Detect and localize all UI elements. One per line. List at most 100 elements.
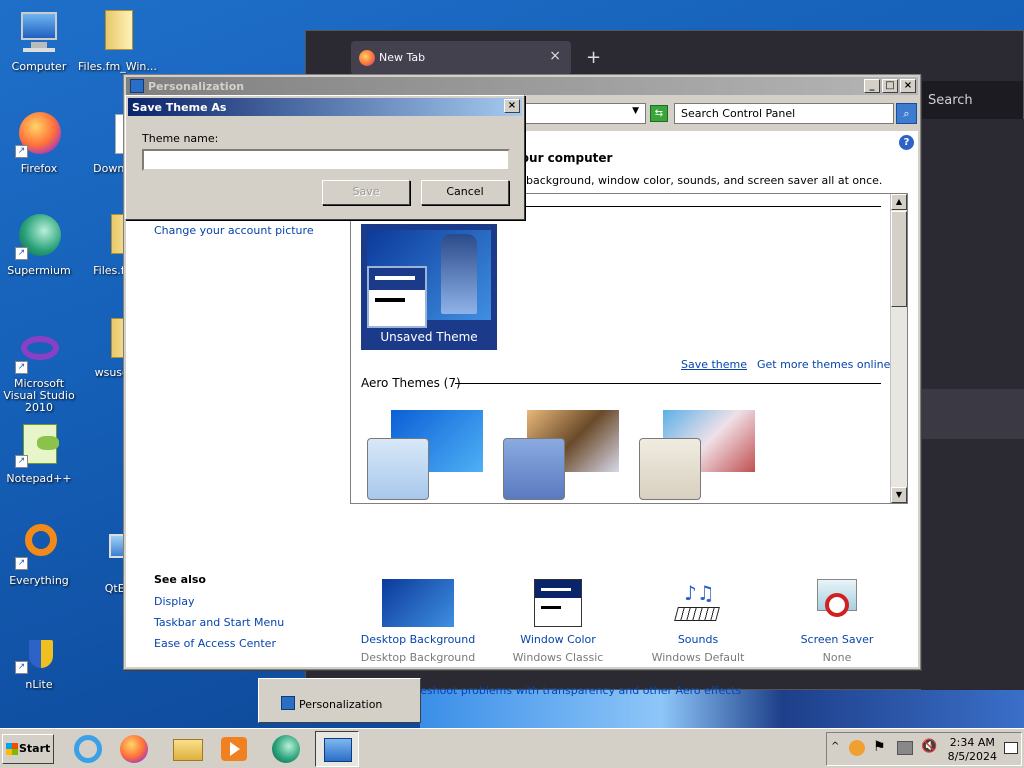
taskbar-preview-popup[interactable]: Personalization bbox=[258, 678, 421, 723]
taskbar-control-panel[interactable] bbox=[315, 731, 359, 767]
save-theme-dialog: Save Theme As × Theme name: Save Cancel bbox=[125, 95, 525, 220]
desktop-icon-label: Notepad++ bbox=[6, 472, 72, 485]
screen-saver-icon bbox=[801, 579, 873, 627]
taskbar-media-player[interactable] bbox=[216, 731, 252, 767]
taskbar: Start ^ ⚑ 🔇 2:34 AM 8/5/2024 bbox=[0, 728, 1024, 768]
theme-gallery: Unsaved Theme Save theme Get more themes… bbox=[350, 193, 908, 504]
browser-tab-new-tab[interactable]: New Tab × bbox=[351, 41, 571, 75]
dialog-close-button[interactable]: × bbox=[504, 99, 520, 113]
theme-name: Unsaved Theme bbox=[380, 330, 478, 344]
shortcut-arrow-icon: ↗ bbox=[15, 361, 28, 374]
nlite-icon: ↗ bbox=[15, 626, 63, 674]
desktop-icon-visual-studio[interactable]: ↗ Microsoft Visual Studio 2010 bbox=[0, 326, 78, 414]
windows-flag-icon bbox=[6, 743, 18, 755]
search-control-panel-input[interactable]: Search Control Panel bbox=[674, 103, 894, 124]
start-button[interactable]: Start bbox=[2, 734, 54, 764]
taskbar-supermium[interactable] bbox=[268, 731, 304, 767]
control-panel-icon bbox=[281, 696, 295, 710]
tab-title: New Tab bbox=[379, 51, 426, 64]
browser-content bbox=[921, 119, 1024, 691]
search-icon[interactable]: ⌕ bbox=[896, 103, 917, 124]
desktop-icon-files-fm-win[interactable]: Files.fm_Win... bbox=[78, 8, 157, 73]
link-ease-of-access[interactable]: Ease of Access Center bbox=[154, 637, 276, 650]
popup-label: Personalization bbox=[299, 698, 383, 711]
aero-themes-header: Aero Themes (7) bbox=[361, 376, 461, 390]
desktop-icon-computer[interactable]: Computer bbox=[0, 8, 78, 73]
internet-explorer-icon bbox=[74, 735, 102, 763]
theme-name-label: Theme name: bbox=[142, 132, 219, 145]
network-icon[interactable] bbox=[897, 741, 913, 755]
notepadpp-icon: ↗ bbox=[15, 420, 63, 468]
see-also-heading: See also bbox=[154, 573, 206, 586]
shortcut-arrow-icon: ↗ bbox=[15, 557, 28, 570]
link-change-account-picture[interactable]: Change your account picture bbox=[154, 224, 314, 237]
volume-muted-icon[interactable]: 🔇 bbox=[921, 739, 937, 754]
shortcut-arrow-icon: ↗ bbox=[15, 661, 28, 674]
troubleshoot-link-row[interactable]: Troubleshoot problems with transparency … bbox=[370, 684, 741, 698]
supermium-icon: ↗ bbox=[15, 212, 63, 260]
page-subtext: background, window color, sounds, and sc… bbox=[526, 174, 883, 187]
window-color-item[interactable]: Window Color Windows Classic bbox=[498, 579, 618, 664]
save-button[interactable]: Save bbox=[322, 180, 410, 205]
dialog-title: Save Theme As bbox=[132, 101, 227, 114]
scroll-up-icon[interactable]: ▲ bbox=[891, 194, 907, 210]
screen-saver-item[interactable]: Screen Saver None bbox=[777, 579, 897, 664]
new-tab-plus-icon[interactable]: + bbox=[586, 47, 601, 68]
desktop-icon-nlite[interactable]: ↗ nLite bbox=[0, 626, 78, 691]
desktop-background-icon bbox=[382, 579, 454, 627]
control-panel-icon bbox=[324, 738, 352, 762]
link-taskbar-start-menu[interactable]: Taskbar and Start Menu bbox=[154, 616, 284, 629]
cancel-button[interactable]: Cancel bbox=[421, 180, 509, 205]
close-button[interactable]: × bbox=[900, 79, 916, 93]
firefox-icon bbox=[359, 50, 375, 66]
troubleshoot-link[interactable]: Troubleshoot problems with transparency … bbox=[387, 684, 741, 697]
browser-search-label[interactable]: Search bbox=[928, 93, 973, 108]
dropdown-arrow-icon[interactable]: ▼ bbox=[632, 106, 639, 116]
theme-aero-architecture[interactable] bbox=[499, 410, 629, 502]
link-display[interactable]: Display bbox=[154, 595, 195, 608]
desktop-icon-notepadpp[interactable]: ↗ Notepad++ bbox=[0, 420, 78, 485]
clock[interactable]: 2:34 AM 8/5/2024 bbox=[948, 736, 997, 764]
refresh-icon[interactable]: ⇆ bbox=[650, 105, 668, 122]
taskbar-explorer[interactable] bbox=[170, 731, 206, 767]
close-tab-icon[interactable]: × bbox=[549, 48, 561, 64]
shortcut-arrow-icon: ↗ bbox=[15, 145, 28, 158]
save-theme-link[interactable]: Save theme bbox=[681, 358, 747, 371]
dialog-titlebar[interactable]: Save Theme As × bbox=[128, 98, 522, 116]
help-icon[interactable]: ? bbox=[899, 135, 914, 150]
desktop-icon-label: Files.fm_Win... bbox=[78, 60, 157, 73]
desktop-background-item[interactable]: Desktop Background Desktop Background bbox=[358, 579, 478, 664]
tray-app-icon[interactable] bbox=[849, 740, 865, 756]
window-title: Personalization bbox=[148, 80, 245, 93]
get-more-themes-link[interactable]: Get more themes online bbox=[757, 358, 890, 371]
window-color-icon bbox=[534, 579, 582, 627]
control-panel-icon bbox=[130, 79, 144, 93]
tray-expand-icon[interactable]: ^ bbox=[831, 741, 839, 752]
folder-zip-icon bbox=[93, 8, 141, 56]
action-center-flag-icon[interactable]: ⚑ bbox=[873, 739, 886, 755]
taskbar-ie[interactable] bbox=[70, 731, 106, 767]
theme-aero-characters[interactable] bbox=[635, 410, 765, 502]
everything-search-icon: ↗ bbox=[15, 522, 63, 570]
minimize-button[interactable]: _ bbox=[864, 79, 880, 93]
desktop-icon-label: Microsoft Visual Studio 2010 bbox=[3, 377, 75, 414]
scroll-down-icon[interactable]: ▼ bbox=[891, 487, 907, 503]
theme-aero-windows7[interactable] bbox=[363, 410, 493, 502]
desktop-icon-label: Firefox bbox=[20, 162, 58, 175]
window-preview bbox=[367, 266, 427, 328]
sounds-item[interactable]: ♪♫ Sounds Windows Default bbox=[638, 579, 758, 664]
theme-name-input[interactable] bbox=[142, 149, 510, 171]
gallery-scrollbar[interactable]: ▲ ▼ bbox=[890, 194, 907, 503]
taskbar-firefox[interactable] bbox=[116, 731, 152, 767]
desktop-icon-supermium[interactable]: ↗ Supermium bbox=[0, 212, 78, 277]
maximize-button[interactable]: □ bbox=[882, 79, 898, 93]
show-desktop-icon[interactable] bbox=[1004, 742, 1018, 754]
desktop-icon-everything[interactable]: ↗ Everything bbox=[0, 522, 78, 587]
supermium-icon bbox=[272, 735, 300, 763]
desktop-icon-firefox[interactable]: ↗ Firefox bbox=[0, 110, 78, 175]
window-titlebar[interactable]: Personalization _ □ × bbox=[126, 77, 918, 95]
theme-unsaved[interactable]: Unsaved Theme bbox=[361, 224, 497, 350]
clock-date: 8/5/2024 bbox=[947, 750, 997, 763]
sounds-keyboard-icon: ♪♫ bbox=[662, 579, 734, 627]
firefox-icon bbox=[120, 735, 148, 763]
